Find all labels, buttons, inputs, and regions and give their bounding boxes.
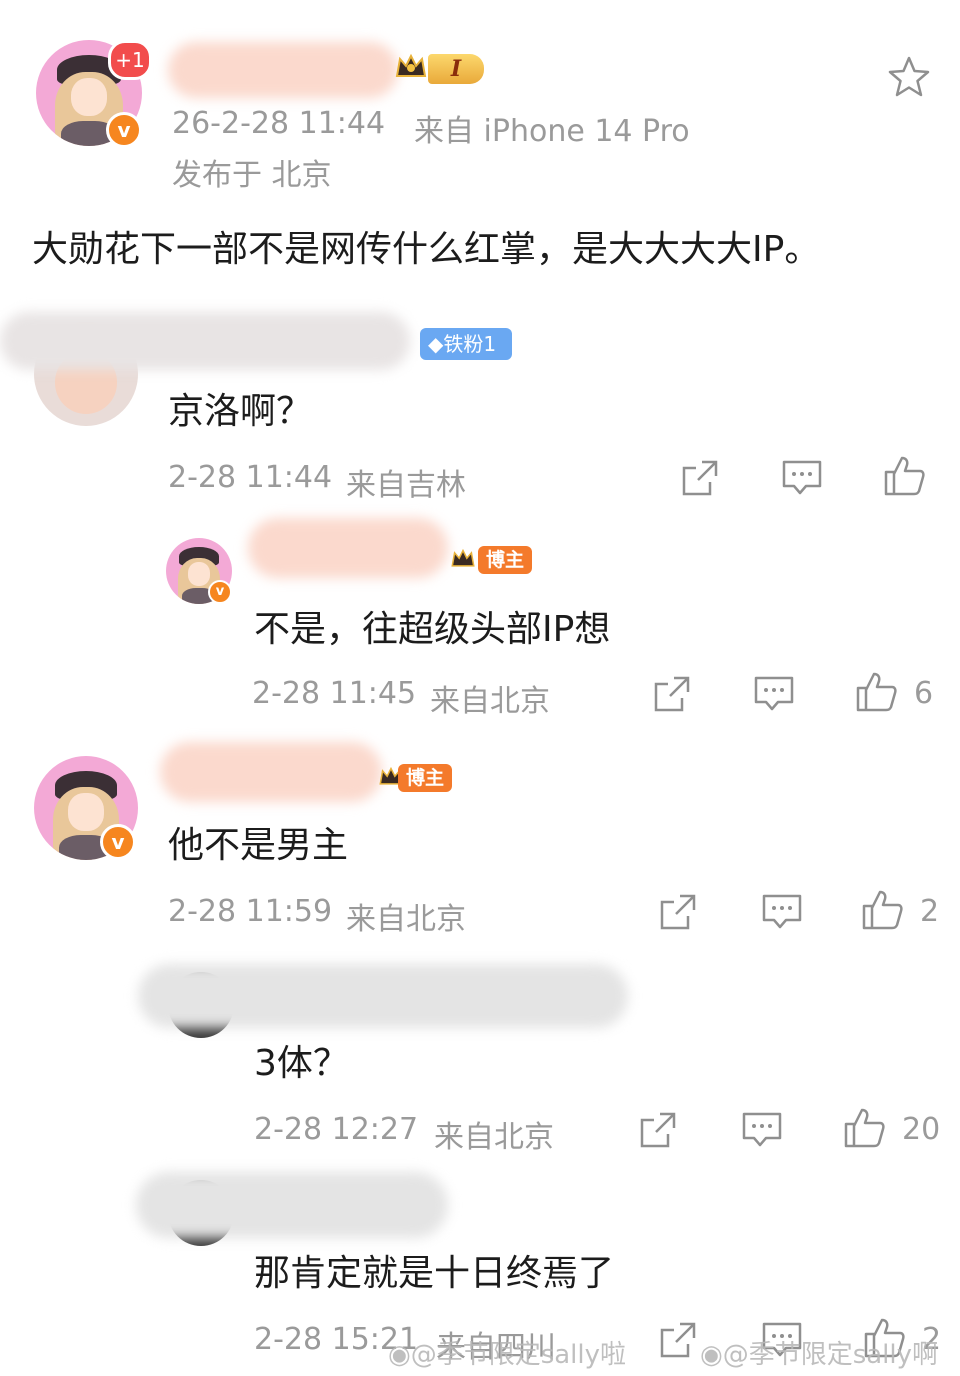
star-icon[interactable] <box>886 54 932 104</box>
comment-time: 2-28 12:27 <box>254 1112 419 1147</box>
comment-time: 2-28 11:44 <box>168 460 333 495</box>
watermark: ◉@季节限定sally啦 <box>388 1340 627 1370</box>
comment-text: 3体？ <box>254 1043 349 1084</box>
diamond-icon: ◆ <box>428 332 444 356</box>
crown-icon <box>450 546 476 572</box>
thumbs-up-icon[interactable] <box>842 1106 886 1154</box>
comment-text: 不是，往超级头部IP想 <box>254 609 611 650</box>
like-count: 6 <box>914 676 934 711</box>
share-icon[interactable] <box>658 1320 698 1364</box>
comment-time: 2-28 11:59 <box>168 894 333 929</box>
post-time: 26-2-28 11:44 <box>172 106 386 141</box>
comment-icon[interactable] <box>780 458 824 502</box>
post-content: 大勋花下一部不是网传什么红掌，是大大大大IP。 <box>32 229 821 270</box>
verified-icon: v <box>100 824 136 860</box>
post-source: 来自 iPhone 14 Pro <box>414 114 690 149</box>
like-count: 2 <box>920 894 940 929</box>
comment-location: 来自北京 <box>434 1120 554 1155</box>
weibo-icon: ◉ <box>700 1340 723 1370</box>
comment-location: 来自北京 <box>346 902 466 937</box>
share-icon[interactable] <box>652 674 692 718</box>
author-name-blurred <box>248 518 448 578</box>
watermark: ◉@季节限定sally啊 <box>700 1340 939 1370</box>
author-name-blurred <box>168 42 398 98</box>
thumbs-up-icon[interactable] <box>854 670 898 718</box>
verified-icon: v <box>106 112 142 148</box>
comment-location: 来自北京 <box>430 684 550 719</box>
share-icon[interactable] <box>658 892 698 936</box>
fan-badge: ◆铁粉1 <box>420 328 512 360</box>
blogger-badge: 博主 <box>478 546 533 574</box>
author-name-blurred <box>160 742 382 802</box>
comment-icon[interactable] <box>760 892 804 936</box>
commenter-name-blurred <box>0 312 410 370</box>
comment-text: 那肯定就是十日终焉了 <box>254 1253 615 1294</box>
verified-icon: v <box>208 580 232 604</box>
level-badge: I <box>428 54 484 84</box>
thumbs-up-icon[interactable] <box>860 888 904 936</box>
share-icon[interactable] <box>680 458 720 502</box>
post-location: 发布于 北京 <box>172 158 332 193</box>
comment-time: 2-28 11:45 <box>252 676 417 711</box>
thumbs-up-icon[interactable] <box>882 454 926 502</box>
comment-location: 来自吉林 <box>346 468 466 503</box>
crown-icon <box>394 50 428 88</box>
like-count: 20 <box>902 1112 941 1147</box>
blogger-badge: 博主 <box>398 764 453 792</box>
comment-text: 他不是男主 <box>168 825 349 866</box>
comment-text: 京洛啊？ <box>168 391 313 432</box>
weibo-icon: ◉ <box>388 1340 411 1370</box>
comment-icon[interactable] <box>740 1110 784 1154</box>
notification-badge: +1 <box>108 40 152 80</box>
comment-icon[interactable] <box>752 674 796 718</box>
commenter-name-blurred <box>138 964 628 1028</box>
commenter-name-blurred <box>136 1172 448 1238</box>
share-icon[interactable] <box>638 1110 678 1154</box>
